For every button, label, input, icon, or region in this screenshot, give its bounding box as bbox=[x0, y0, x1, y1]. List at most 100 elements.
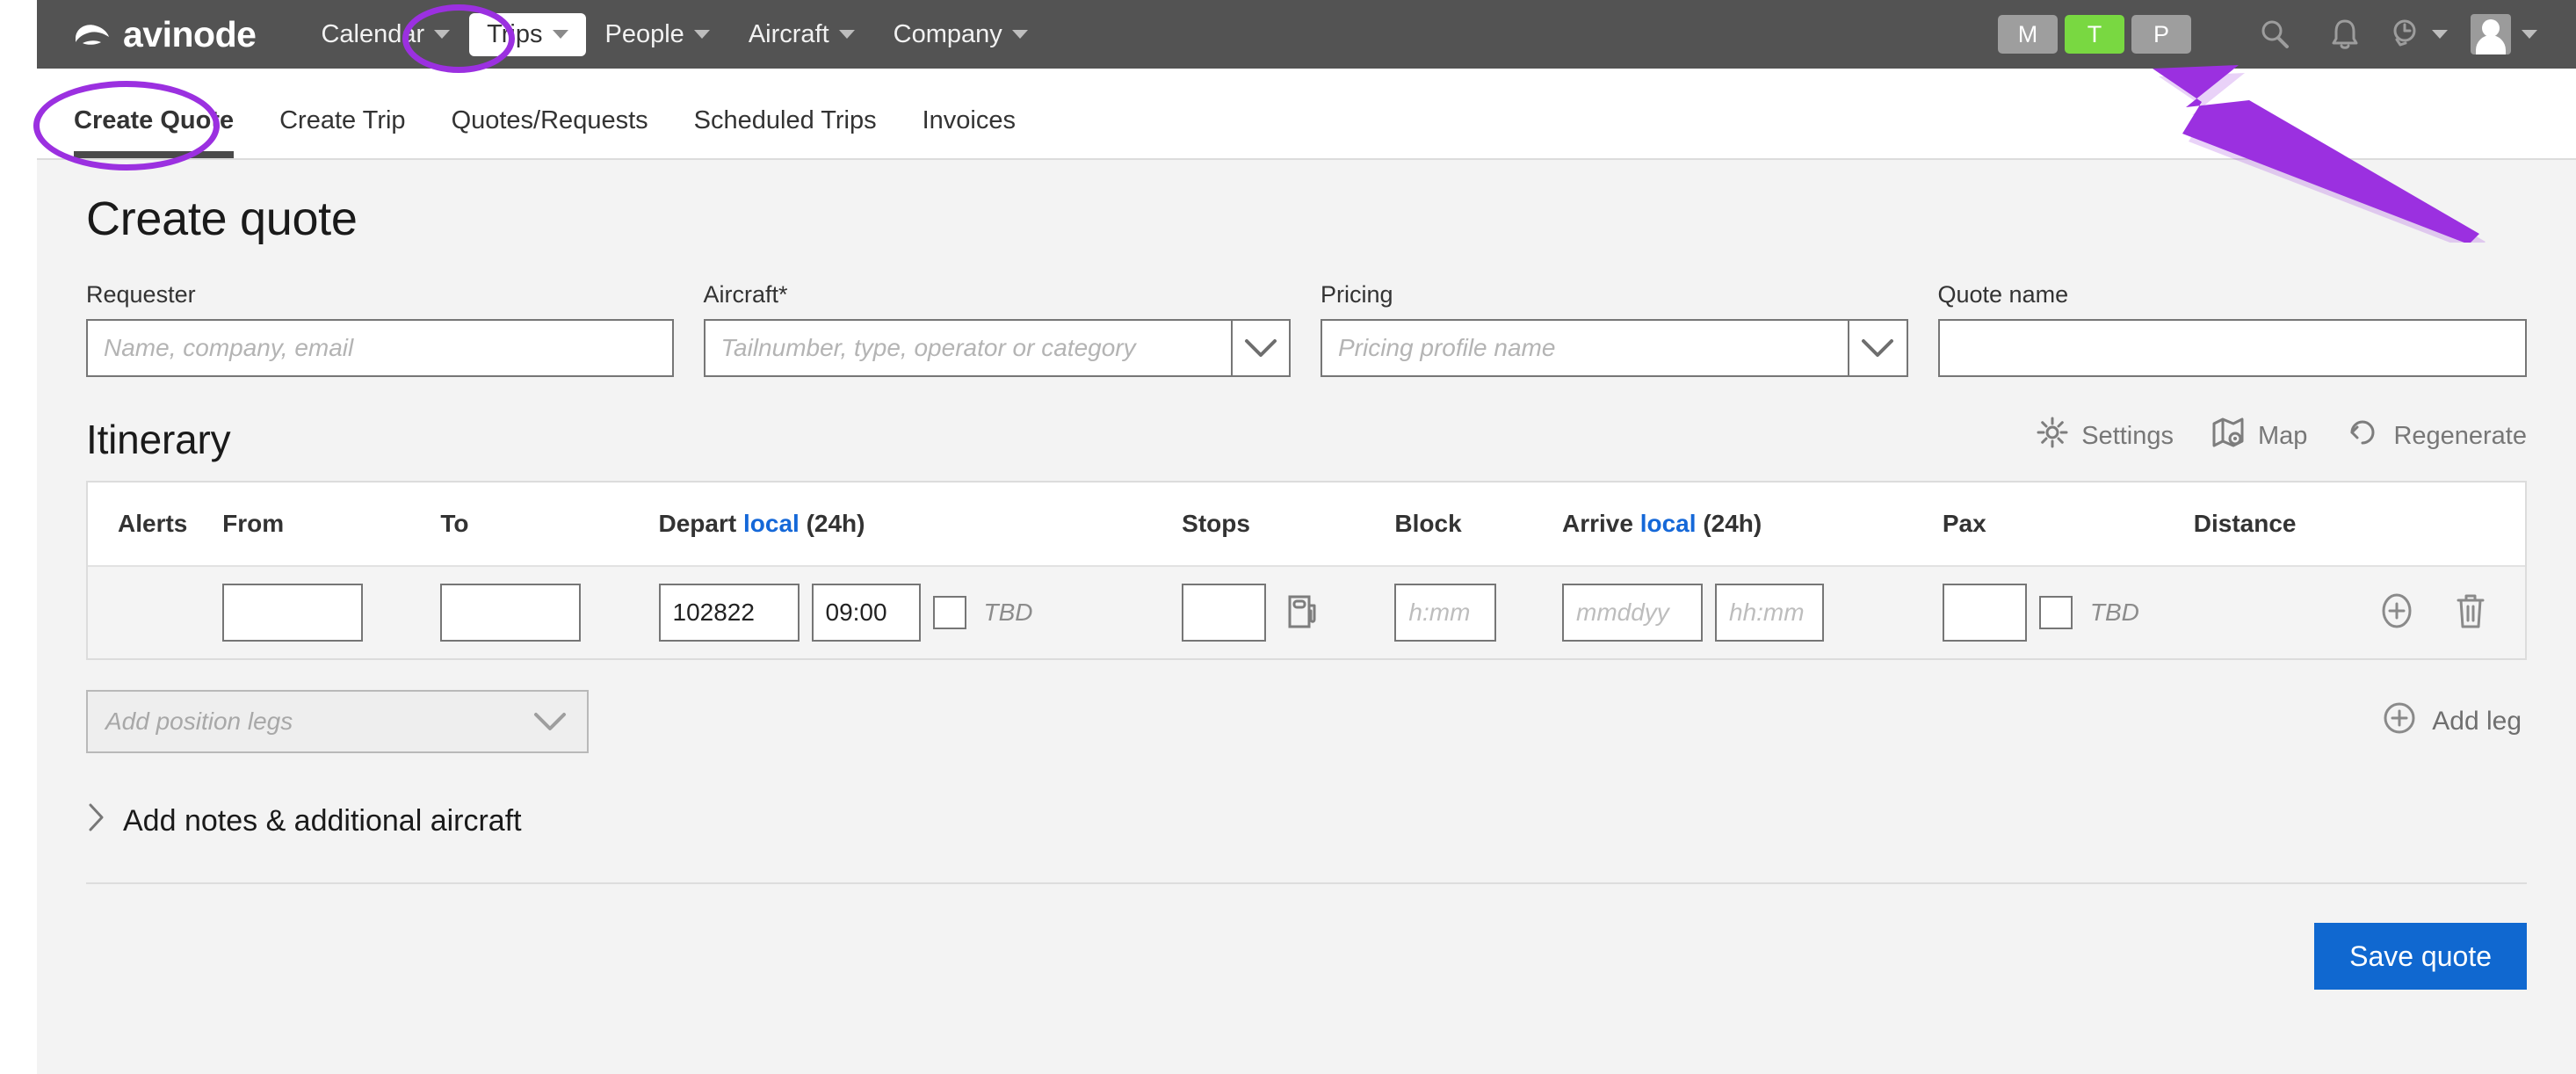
from-airport-input[interactable] bbox=[222, 584, 364, 642]
refresh-icon bbox=[2344, 416, 2381, 456]
top-navigation-bar: avinode Calendar Trips People Aircraft C… bbox=[37, 0, 2576, 69]
avatar bbox=[2471, 14, 2511, 54]
brand-logo[interactable]: avinode bbox=[72, 13, 257, 55]
cell-stops bbox=[1182, 584, 1394, 642]
arrive-date-input[interactable] bbox=[1562, 584, 1703, 642]
settings-button[interactable]: Settings bbox=[2036, 416, 2174, 456]
chevron-down-icon bbox=[693, 30, 710, 39]
depart-tbd-checkbox[interactable] bbox=[932, 596, 966, 629]
field-requester: Requester bbox=[86, 281, 674, 377]
add-position-legs-placeholder: Add position legs bbox=[105, 708, 293, 735]
add-leg-label: Add leg bbox=[2432, 707, 2522, 736]
status-badge-t-label: T bbox=[2087, 20, 2102, 47]
aircraft-input[interactable] bbox=[703, 319, 1231, 377]
tab-create-trip-label: Create Trip bbox=[279, 106, 406, 134]
nav-item-calendar[interactable]: Calendar bbox=[301, 11, 469, 58]
regenerate-button[interactable]: Regenerate bbox=[2344, 416, 2527, 456]
column-header-stops: Stops bbox=[1182, 510, 1250, 537]
status-badge-m-label: M bbox=[2017, 20, 2038, 47]
pricing-dropdown-button[interactable] bbox=[1848, 319, 1908, 377]
tab-create-quote-label: Create Quote bbox=[74, 106, 235, 134]
avatar-head bbox=[2482, 19, 2500, 37]
depart-suffix: (24h) bbox=[806, 510, 865, 537]
secondary-tab-bar: Create Quote Create Trip Quotes/Requests… bbox=[37, 69, 2576, 160]
add-notes-label: Add notes & additional aircraft bbox=[123, 804, 522, 838]
depart-prefix: Depart bbox=[658, 510, 737, 537]
arrive-time-input[interactable] bbox=[1715, 584, 1824, 642]
label-requester: Requester bbox=[86, 281, 196, 308]
tab-create-trip[interactable]: Create Trip bbox=[279, 106, 405, 158]
tab-invoices[interactable]: Invoices bbox=[923, 106, 1016, 158]
avatar-body bbox=[2476, 35, 2506, 54]
save-quote-button[interactable]: Save quote bbox=[2314, 923, 2527, 990]
cell-from bbox=[222, 584, 440, 642]
plus-circle-icon bbox=[2381, 700, 2418, 744]
add-leg-button[interactable]: Add leg bbox=[2381, 700, 2522, 744]
search-icon[interactable] bbox=[2247, 10, 2302, 59]
trash-icon[interactable] bbox=[2453, 591, 2488, 635]
app-root: avinode Calendar Trips People Aircraft C… bbox=[0, 0, 2576, 1074]
requester-input[interactable] bbox=[86, 319, 674, 377]
nav-label-people: People bbox=[604, 19, 684, 48]
plus-circle-icon[interactable] bbox=[2377, 591, 2416, 635]
top-bar-right-tools: M T P bbox=[1998, 10, 2537, 59]
status-badge-group: M T P bbox=[1998, 15, 2191, 54]
status-badge-t[interactable]: T bbox=[2065, 15, 2124, 54]
tab-create-quote[interactable]: Create Quote bbox=[74, 106, 235, 158]
arrive-prefix: Arrive bbox=[1562, 510, 1633, 537]
stops-input[interactable] bbox=[1182, 584, 1267, 642]
main-content: Create quote Requester Aircraft* bbox=[37, 160, 2576, 1074]
chevron-down-icon bbox=[434, 30, 451, 39]
chevron-down-icon bbox=[534, 713, 566, 730]
fuel-pump-icon[interactable] bbox=[1287, 591, 1319, 635]
brand-name: avinode bbox=[123, 13, 257, 54]
cell-pax: TBD bbox=[1942, 584, 2194, 642]
pax-tbd-label: TBD bbox=[2089, 599, 2139, 626]
label-aircraft: Aircraft* bbox=[703, 281, 788, 308]
add-notes-accordion[interactable]: Add notes & additional aircraft bbox=[86, 801, 2527, 842]
pax-input[interactable] bbox=[1942, 584, 2027, 642]
nav-item-people[interactable]: People bbox=[586, 11, 729, 58]
add-position-legs-select[interactable]: Add position legs bbox=[86, 690, 589, 753]
to-airport-input[interactable] bbox=[440, 584, 582, 642]
label-quote-name: Quote name bbox=[1937, 281, 2069, 308]
aircraft-dropdown-button[interactable] bbox=[1230, 319, 1291, 377]
nav-item-company[interactable]: Company bbox=[874, 11, 1047, 58]
column-header-arrive: Arrive local (24h) bbox=[1562, 510, 1943, 538]
pricing-input[interactable] bbox=[1321, 319, 1849, 377]
footer-actions: Save quote bbox=[86, 923, 2527, 990]
nav-item-trips[interactable]: Trips bbox=[469, 12, 586, 56]
quote-name-input[interactable] bbox=[1937, 319, 2527, 377]
field-quote-name: Quote name bbox=[1937, 281, 2527, 377]
tab-quotes-requests[interactable]: Quotes/Requests bbox=[452, 106, 648, 158]
block-time-input[interactable] bbox=[1394, 584, 1497, 642]
history-clock-menu[interactable] bbox=[2388, 15, 2448, 54]
aircraft-combobox bbox=[703, 319, 1291, 377]
regenerate-label: Regenerate bbox=[2393, 421, 2527, 450]
status-badge-m[interactable]: M bbox=[1998, 15, 2058, 54]
cell-block bbox=[1394, 584, 1562, 642]
depart-tbd-label: TBD bbox=[983, 599, 1033, 626]
depart-local-link[interactable]: local bbox=[743, 510, 800, 537]
table-row: TBD bbox=[88, 567, 2525, 658]
itinerary-actions: Settings Map Regenerate bbox=[2036, 416, 2527, 463]
bell-icon[interactable] bbox=[2318, 10, 2372, 59]
status-badge-p[interactable]: P bbox=[2131, 15, 2191, 54]
chevron-down-icon bbox=[838, 30, 855, 39]
arrive-local-link[interactable]: local bbox=[1640, 510, 1697, 537]
chevron-down-icon bbox=[552, 30, 568, 39]
depart-date-input[interactable] bbox=[658, 584, 800, 642]
pax-tbd-checkbox[interactable] bbox=[2038, 596, 2073, 629]
page-title: Create quote bbox=[86, 192, 358, 245]
avinode-logo-icon bbox=[72, 19, 112, 49]
map-button[interactable]: Map bbox=[2211, 416, 2307, 456]
user-account-menu[interactable] bbox=[2471, 14, 2537, 54]
depart-time-input[interactable] bbox=[811, 584, 921, 642]
tab-scheduled-trips[interactable]: Scheduled Trips bbox=[694, 106, 877, 158]
nav-label-aircraft: Aircraft bbox=[748, 19, 829, 48]
arrive-suffix: (24h) bbox=[1703, 510, 1762, 537]
row-action-icons bbox=[2377, 591, 2488, 635]
itinerary-header: Itinerary Settings Map Regenerate bbox=[86, 416, 2527, 463]
itinerary-table-header: Alerts From To Depart local (24h) Stops … bbox=[88, 483, 2525, 567]
nav-item-aircraft[interactable]: Aircraft bbox=[729, 11, 874, 58]
